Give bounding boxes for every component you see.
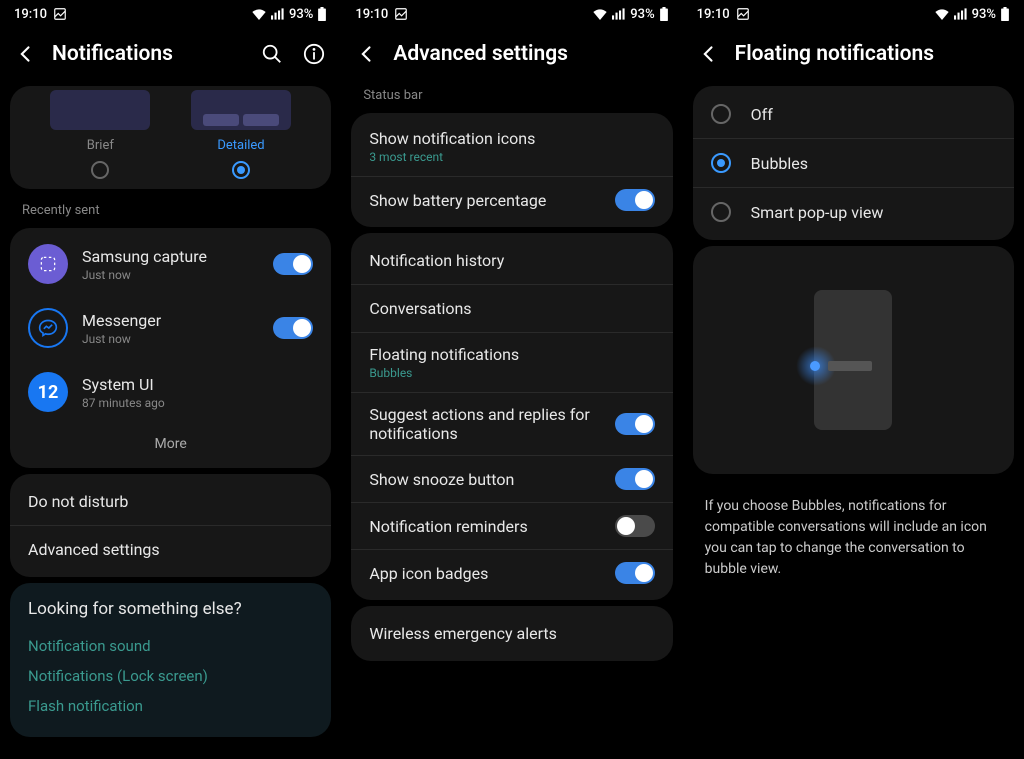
advanced-settings-screen: 19:10 93% Advanced settings Status bar S… bbox=[341, 0, 682, 759]
looking-for-card: Looking for something else? Notification… bbox=[10, 583, 331, 737]
signal-icon bbox=[271, 8, 285, 20]
info-icon[interactable] bbox=[303, 43, 325, 65]
option-bubbles[interactable]: Bubbles bbox=[693, 139, 1014, 188]
back-icon[interactable] bbox=[16, 44, 36, 64]
status-time: 19:10 bbox=[355, 7, 388, 22]
picture-icon bbox=[394, 7, 408, 21]
app-row[interactable]: 12 System UI 87 minutes ago bbox=[10, 360, 331, 424]
picture-icon bbox=[736, 7, 750, 21]
recently-sent-card: Samsung capture Just now Messenger Just … bbox=[10, 228, 331, 468]
radio-off[interactable] bbox=[711, 104, 731, 124]
conversations-row[interactable]: Conversations bbox=[351, 285, 672, 333]
wifi-icon bbox=[592, 8, 608, 20]
preview-card bbox=[693, 246, 1014, 474]
floating-options-card: Off Bubbles Smart pop-up view bbox=[693, 86, 1014, 240]
header: Advanced settings bbox=[341, 28, 682, 80]
option-off[interactable]: Off bbox=[693, 90, 1014, 139]
search-icon[interactable] bbox=[261, 43, 283, 65]
statusbar-card: Show notification icons 3 most recent Sh… bbox=[351, 113, 672, 227]
back-icon[interactable] bbox=[357, 44, 377, 64]
samsung-capture-icon bbox=[28, 244, 68, 284]
style-card: Brief Detailed bbox=[10, 86, 331, 189]
header: Notifications bbox=[0, 28, 341, 80]
toggle-badges[interactable] bbox=[615, 562, 655, 584]
picture-icon bbox=[53, 7, 67, 21]
battery-icon bbox=[317, 7, 327, 21]
radio-brief[interactable] bbox=[91, 161, 109, 179]
option-popup[interactable]: Smart pop-up view bbox=[693, 188, 1014, 236]
toggle-reminders[interactable] bbox=[615, 515, 655, 537]
emergency-row[interactable]: Wireless emergency alerts bbox=[351, 610, 672, 657]
settings-card: Do not disturb Advanced settings bbox=[10, 474, 331, 577]
looking-title: Looking for something else? bbox=[28, 599, 313, 619]
dnd-row[interactable]: Do not disturb bbox=[10, 478, 331, 526]
link-notification-sound[interactable]: Notification sound bbox=[28, 631, 313, 661]
signal-icon bbox=[954, 8, 968, 20]
toggle-suggest[interactable] bbox=[615, 413, 655, 435]
app-row[interactable]: Messenger Just now bbox=[10, 296, 331, 360]
status-bar: 19:10 93% bbox=[683, 0, 1024, 28]
advanced-card: Notification history Conversations Float… bbox=[351, 233, 672, 600]
statusbar-section-label: Status bar bbox=[341, 80, 682, 107]
wifi-icon bbox=[251, 8, 267, 20]
header: Floating notifications bbox=[683, 28, 1024, 80]
floating-notifications-screen: 19:10 93% Floating notifications Off Bub… bbox=[683, 0, 1024, 759]
app-row[interactable]: Samsung capture Just now bbox=[10, 232, 331, 296]
status-time: 19:10 bbox=[697, 7, 730, 22]
toggle-samsung-capture[interactable] bbox=[273, 253, 313, 275]
toggle-messenger[interactable] bbox=[273, 317, 313, 339]
link-lock-screen[interactable]: Notifications (Lock screen) bbox=[28, 661, 313, 691]
link-flash[interactable]: Flash notification bbox=[28, 691, 313, 721]
radio-detailed[interactable] bbox=[232, 161, 250, 179]
style-detailed[interactable]: Detailed bbox=[191, 90, 291, 179]
reminders-row[interactable]: Notification reminders bbox=[351, 503, 672, 550]
status-battery: 93% bbox=[289, 7, 313, 22]
emergency-card: Wireless emergency alerts bbox=[351, 606, 672, 661]
badges-row[interactable]: App icon badges bbox=[351, 550, 672, 596]
radio-bubbles[interactable] bbox=[711, 153, 731, 173]
more-button[interactable]: More bbox=[10, 424, 331, 464]
battery-icon bbox=[659, 7, 669, 21]
messenger-icon bbox=[28, 308, 68, 348]
notif-history-row[interactable]: Notification history bbox=[351, 237, 672, 285]
toggle-snooze[interactable] bbox=[615, 468, 655, 490]
description-text: If you choose Bubbles, notifications for… bbox=[683, 480, 1024, 596]
status-battery: 93% bbox=[972, 7, 996, 22]
show-icons-row[interactable]: Show notification icons 3 most recent bbox=[351, 117, 672, 177]
signal-icon bbox=[612, 8, 626, 20]
snooze-row[interactable]: Show snooze button bbox=[351, 456, 672, 503]
advanced-row[interactable]: Advanced settings bbox=[10, 526, 331, 573]
style-brief[interactable]: Brief bbox=[50, 90, 150, 179]
toggle-battery-pct[interactable] bbox=[615, 189, 655, 211]
status-battery: 93% bbox=[630, 7, 654, 22]
wifi-icon bbox=[934, 8, 950, 20]
suggest-row[interactable]: Suggest actions and replies for notifica… bbox=[351, 393, 672, 456]
page-title: Notifications bbox=[52, 42, 245, 66]
page-title: Advanced settings bbox=[393, 42, 666, 66]
page-title: Floating notifications bbox=[735, 42, 1008, 66]
status-time: 19:10 bbox=[14, 7, 47, 22]
system-ui-icon: 12 bbox=[28, 372, 68, 412]
bubble-preview-graphic bbox=[814, 290, 892, 430]
floating-row[interactable]: Floating notifications Bubbles bbox=[351, 333, 672, 393]
radio-popup[interactable] bbox=[711, 202, 731, 222]
status-bar: 19:10 93% bbox=[341, 0, 682, 28]
show-battery-row[interactable]: Show battery percentage bbox=[351, 177, 672, 223]
back-icon[interactable] bbox=[699, 44, 719, 64]
battery-icon bbox=[1000, 7, 1010, 21]
recently-sent-label: Recently sent bbox=[0, 195, 341, 222]
notifications-screen: 19:10 93% Notifications Brief Detai bbox=[0, 0, 341, 759]
status-bar: 19:10 93% bbox=[0, 0, 341, 28]
